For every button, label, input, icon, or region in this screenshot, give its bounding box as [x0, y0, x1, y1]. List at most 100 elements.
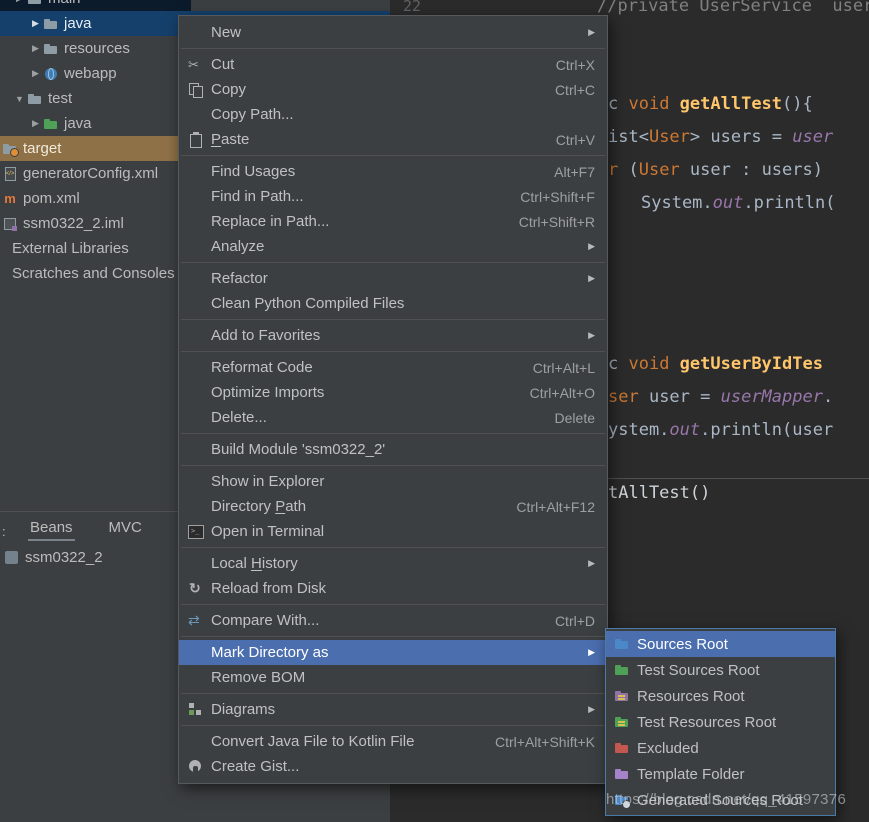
menu-item-optimize-imports[interactable]: Optimize ImportsCtrl+Alt+O: [179, 380, 607, 405]
menu-item-create-gist[interactable]: Create Gist...: [179, 754, 607, 779]
submenu-item-template-folder[interactable]: Template Folder: [606, 761, 835, 787]
menu-item-local-history[interactable]: Local History▶: [179, 551, 607, 576]
github-icon: [187, 758, 205, 776]
menu-item-convert-java-file-to-kotlin-file[interactable]: Convert Java File to Kotlin FileCtrl+Alt…: [179, 729, 607, 754]
expand-arrow-icon[interactable]: ▶: [28, 18, 43, 29]
icon-spacer: [187, 238, 205, 256]
menu-item-reload-from-disk[interactable]: Reload from Disk: [179, 576, 607, 601]
code-token: ist<: [608, 127, 649, 147]
code-line: ystem.out.println(user: [608, 420, 833, 440]
folder-icon: [43, 41, 59, 57]
menu-shortcut: Alt+F7: [534, 164, 595, 180]
menu-item-compare-with[interactable]: Compare With...Ctrl+D: [179, 608, 607, 633]
icon-spacer: [187, 409, 205, 427]
tree-item-label: ssm0322_2.iml: [23, 215, 124, 232]
menu-separator: [181, 155, 605, 156]
test-sources-root-folder-icon: [614, 662, 630, 678]
menu-shortcut: Ctrl+V: [536, 132, 595, 148]
submenu-item-label: Sources Root: [637, 636, 728, 653]
menu-item-refactor[interactable]: Refactor▶: [179, 266, 607, 291]
menu-item-directory-path[interactable]: Directory PathCtrl+Alt+F12: [179, 494, 607, 519]
compare-icon: [187, 612, 205, 630]
list-item-label: ssm0322_2: [25, 549, 103, 566]
menu-item-build-module-ssm0322-2[interactable]: Build Module 'ssm0322_2': [179, 437, 607, 462]
excluded-mark-icon: [10, 148, 19, 157]
submenu-arrow-icon: ▶: [568, 704, 595, 715]
module-icon: [5, 551, 18, 564]
submenu-item-test-resources-root[interactable]: Test Resources Root: [606, 709, 835, 735]
menu-separator: [181, 465, 605, 466]
menu-item-label: Replace in Path...: [211, 213, 329, 230]
menu-item-cut[interactable]: Cut Ctrl+X: [179, 52, 607, 77]
code-token: out: [669, 420, 700, 440]
list-item-ssm0322-2[interactable]: ssm0322_2: [5, 549, 103, 566]
menu-item-show-in-explorer[interactable]: Show in Explorer: [179, 469, 607, 494]
menu-item-find-in-path[interactable]: Find in Path...Ctrl+Shift+F: [179, 184, 607, 209]
expand-arrow-icon[interactable]: ▶: [12, 0, 27, 4]
code-line: ist<User> users = user: [608, 127, 833, 147]
menu-item-replace-in-path[interactable]: Replace in Path... Ctrl+Shift+R: [179, 209, 607, 234]
code-token: getUserByIdTes: [680, 354, 823, 374]
code-line: //private UserService user: [597, 0, 869, 16]
menu-shortcut: Ctrl+Alt+F12: [496, 499, 595, 515]
expand-arrow-icon[interactable]: ▶: [28, 68, 43, 79]
icon-spacer: [187, 327, 205, 345]
menu-shortcut: Ctrl+Shift+R: [499, 214, 595, 230]
menu-item-open-in-terminal[interactable]: Open in Terminal: [179, 519, 607, 544]
menu-item-find-usages[interactable]: Find UsagesAlt+F7: [179, 159, 607, 184]
menu-item-label: Create Gist...: [211, 758, 299, 775]
menu-item-label: Copy: [211, 81, 246, 98]
menu-shortcut: Ctrl+X: [536, 57, 595, 73]
menu-separator: [181, 433, 605, 434]
menu-item-label: Reload from Disk: [211, 580, 326, 597]
icon-spacer: [187, 644, 205, 662]
menu-item-label: Find in Path...: [211, 188, 304, 205]
menu-item-add-to-favorites[interactable]: Add to Favorites▶: [179, 323, 607, 348]
code-token: ser: [608, 387, 649, 407]
submenu-item-label: Resources Root: [637, 688, 745, 705]
code-token: getAllTest: [680, 94, 782, 114]
menu-item-copy[interactable]: CopyCtrl+C: [179, 77, 607, 102]
menu-item-analyze[interactable]: Analyze▶: [179, 234, 607, 259]
tree-item-main[interactable]: ▶main: [0, 0, 191, 11]
menu-item-delete[interactable]: Delete...Delete: [179, 405, 607, 430]
expand-arrow-icon[interactable]: ▶: [28, 43, 43, 54]
menu-item-label: Paste: [211, 131, 249, 148]
code-token: out: [713, 193, 744, 213]
menu-item-clean-python-compiled-files[interactable]: Clean Python Compiled Files: [179, 291, 607, 316]
tool-window-label: :: [2, 524, 6, 539]
tab-beans[interactable]: Beans: [28, 517, 75, 544]
menu-item-label: Open in Terminal: [211, 523, 324, 540]
menu-item-diagrams[interactable]: Diagrams▶: [179, 697, 607, 722]
menu-item-mark-directory-as[interactable]: Mark Directory as▶: [179, 640, 607, 665]
submenu-arrow-icon: ▶: [568, 647, 595, 658]
icon-spacer: [187, 555, 205, 573]
expand-arrow-icon[interactable]: ▼: [12, 94, 27, 104]
submenu-item-resources-root[interactable]: Resources Root: [606, 683, 835, 709]
cut-icon: [187, 56, 205, 74]
menu-separator: [181, 725, 605, 726]
menu-item-new[interactable]: New▶: [179, 20, 607, 45]
menu-item-copy-path[interactable]: Copy Path...: [179, 102, 607, 127]
bars-mark-icon: [618, 721, 625, 723]
menu-separator: [181, 262, 605, 263]
submenu-item-sources-root[interactable]: Sources Root: [606, 631, 835, 657]
excluded-folder-icon: [614, 740, 630, 756]
tree-item-label: java: [64, 15, 92, 32]
menu-item-label: Compare With...: [211, 612, 319, 629]
submenu-item-label: Excluded: [637, 740, 699, 757]
submenu-item-test-sources-root[interactable]: Test Sources Root: [606, 657, 835, 683]
menu-item-paste[interactable]: Paste Ctrl+V: [179, 127, 607, 152]
tab-mvc[interactable]: MVC: [107, 517, 144, 544]
submenu-item-excluded[interactable]: Excluded: [606, 735, 835, 761]
menu-item-label: Cut: [211, 56, 234, 73]
code-token: userMapper: [721, 387, 823, 407]
icon-spacer: [187, 669, 205, 687]
menu-item-reformat-code[interactable]: Reformat CodeCtrl+Alt+L: [179, 355, 607, 380]
menu-item-label: Local History: [211, 555, 298, 572]
code-token: user: [792, 420, 833, 440]
menu-item-remove-bom[interactable]: Remove BOM: [179, 665, 607, 690]
expand-arrow-icon[interactable]: ▶: [28, 118, 43, 129]
tree-item-label: generatorConfig.xml: [23, 165, 158, 182]
tree-item-label: webapp: [64, 65, 117, 82]
